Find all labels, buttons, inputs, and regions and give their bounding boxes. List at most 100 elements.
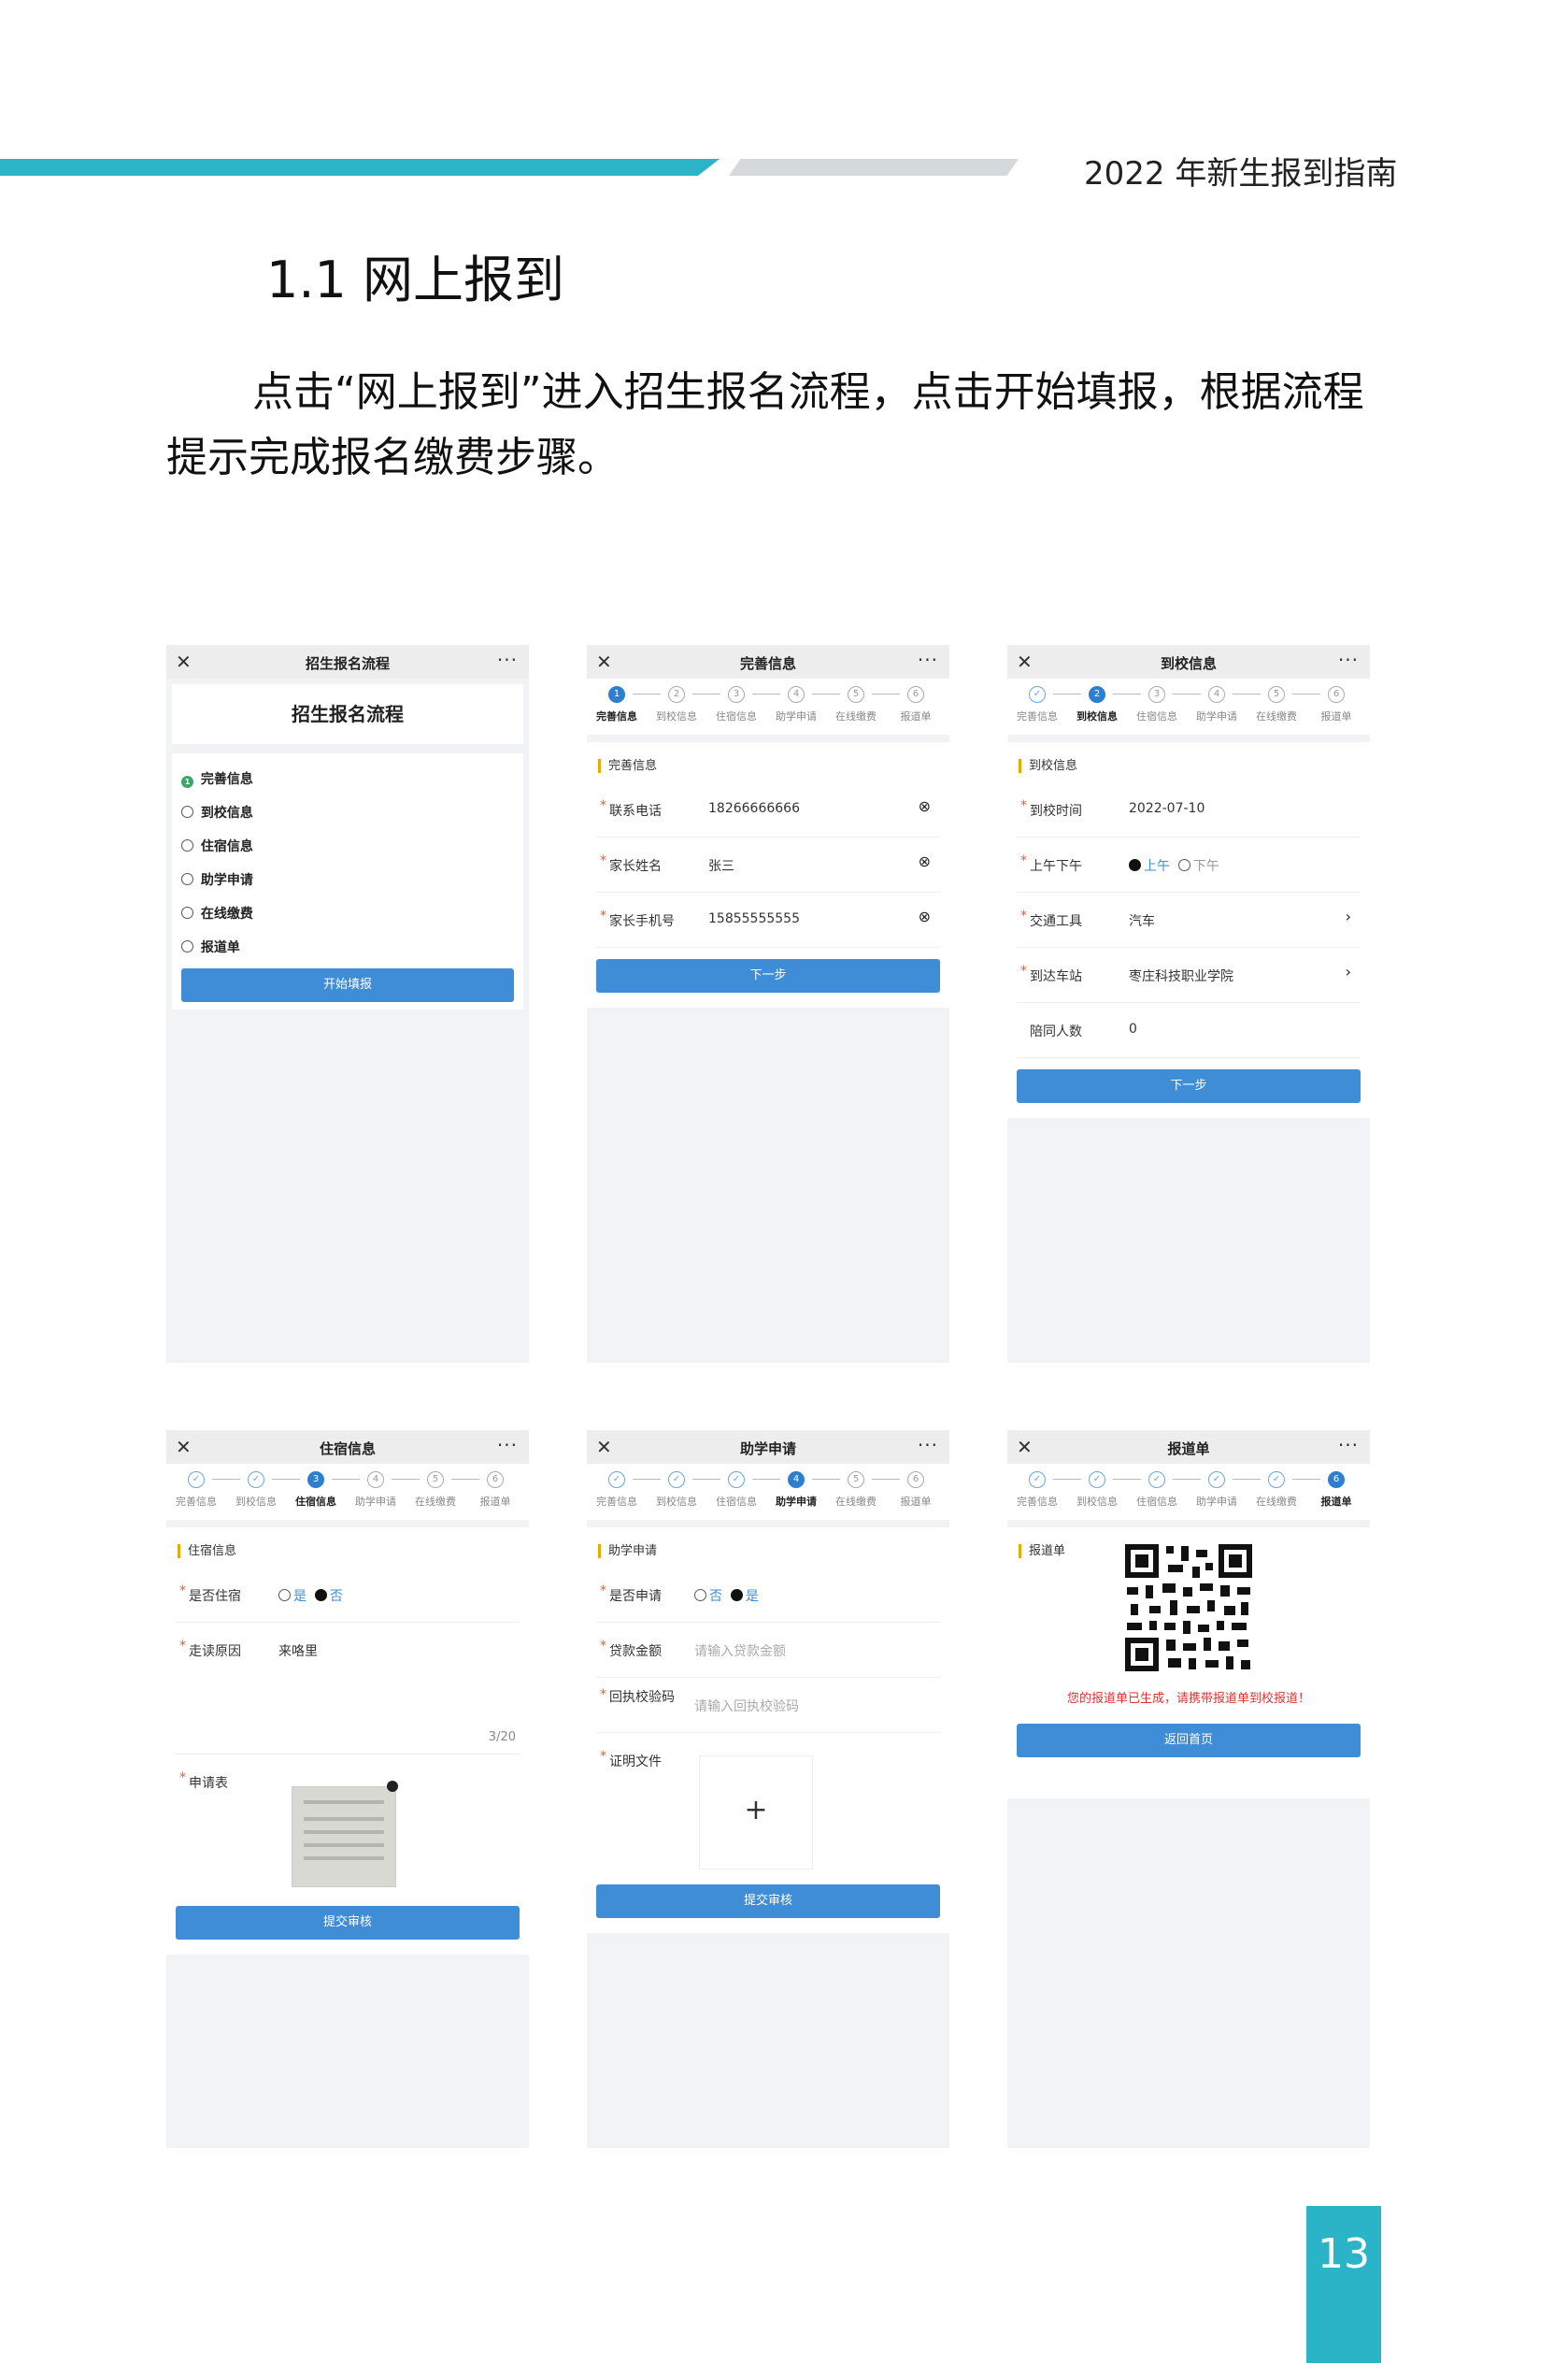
radio-yes[interactable] xyxy=(730,1589,743,1601)
step-indicator: ✓ 完善信息 ✓ 到校信息 3 住宿信息 4 助学申请 5 在线缴费 6 报道单 xyxy=(166,1464,529,1520)
nav-bar: ✕ 助学申请 ··· xyxy=(587,1430,949,1464)
step: 4 助学申请 xyxy=(1187,686,1247,723)
step-circle-icon xyxy=(181,907,193,919)
loan-amount-field[interactable]: 贷款金额请输入贷款金额 xyxy=(596,1623,940,1678)
radio-pm[interactable] xyxy=(1177,859,1190,871)
section-header: 完善信息 xyxy=(587,742,949,782)
submit-button[interactable]: 提交审核 xyxy=(176,1906,520,1940)
step-check-icon: 1 xyxy=(181,776,193,788)
more-icon[interactable]: ··· xyxy=(1338,649,1359,671)
nav-title: 报道单 xyxy=(1167,1440,1210,1457)
more-icon[interactable]: ··· xyxy=(497,649,518,671)
section-header: 到校信息 xyxy=(1007,742,1370,782)
next-button[interactable]: 下一步 xyxy=(596,959,940,993)
start-fill-button[interactable]: 开始填报 xyxy=(181,968,514,1002)
step: ✓ 到校信息 xyxy=(1067,1471,1127,1509)
submit-button[interactable]: 提交审核 xyxy=(596,1884,940,1918)
radio-am[interactable] xyxy=(1129,859,1141,871)
section-title: 1.1 网上报到 xyxy=(266,251,565,309)
next-button[interactable]: 下一步 xyxy=(1017,1069,1361,1103)
station-field[interactable]: 到达车站枣庄科技职业学院› xyxy=(1017,948,1361,1003)
application-form-field[interactable]: 申请表 xyxy=(176,1754,520,1895)
radio-yes[interactable] xyxy=(278,1589,291,1601)
flow-item: 1 完善信息 xyxy=(181,763,514,796)
step: 3 住宿信息 xyxy=(706,686,766,723)
arrival-date-field[interactable]: 到校时间2022-07-10 xyxy=(1017,782,1361,838)
step-indicator: ✓ 完善信息 2 到校信息 3 住宿信息 4 助学申请 5 在线缴费 6 报道单 xyxy=(1007,679,1370,735)
step: ✓ 在线缴费 xyxy=(1247,1471,1306,1509)
remove-icon[interactable] xyxy=(387,1781,398,1792)
stay-field[interactable]: 是否住宿是 否 xyxy=(176,1568,520,1623)
header-gray-bar xyxy=(729,159,1019,176)
step-circle-icon xyxy=(181,940,193,952)
chevron-right-icon: › xyxy=(1345,963,1351,981)
form-thumbnail[interactable] xyxy=(292,1786,396,1887)
reason-field[interactable]: 走读原因来咯里3/20 xyxy=(176,1623,520,1754)
step: 4 助学申请 xyxy=(766,686,826,723)
nav-bar: ✕ 报道单 ··· xyxy=(1007,1430,1370,1464)
more-icon[interactable]: ··· xyxy=(918,1434,938,1456)
form-card: 住宿信息 是否住宿是 否 走读原因来咯里3/20 申请表 提交审核 xyxy=(166,1527,529,1955)
parent-phone-field[interactable]: 家长手机号15855555555⊗ xyxy=(596,893,940,948)
clear-icon[interactable]: ⊗ xyxy=(919,797,931,815)
step-indicator: ✓ 完善信息 ✓ 到校信息 ✓ 住宿信息 ✓ 助学申请 ✓ 在线缴费 6 报道单 xyxy=(1007,1464,1370,1520)
header-accent-bar xyxy=(0,159,720,176)
nav-title: 招生报名流程 xyxy=(305,655,390,672)
flow-item: 到校信息 xyxy=(181,796,514,830)
flow-item: 住宿信息 xyxy=(181,830,514,864)
radio-no[interactable] xyxy=(694,1589,706,1601)
chevron-right-icon: › xyxy=(1345,908,1351,925)
phone-field[interactable]: 联系电话18266666666⊗ xyxy=(596,782,940,838)
guide-title: 2022 年新生报到指南 xyxy=(1084,155,1398,193)
step-indicator: 1 完善信息 2 到校信息 3 住宿信息 4 助学申请 5 在线缴费 6 报道单 xyxy=(587,679,949,735)
step: 4 助学申请 xyxy=(766,1471,826,1509)
step: 6 报道单 xyxy=(886,686,946,723)
clear-icon[interactable]: ⊗ xyxy=(919,852,931,870)
companion-field[interactable]: 陪同人数 0 xyxy=(1017,1003,1361,1058)
section-header: 助学申请 xyxy=(587,1527,949,1568)
phone-registration-slip: ✕ 报道单 ··· ✓ 完善信息 ✓ 到校信息 ✓ 住宿信息 ✓ 助学申请 ✓ 在线缴费 … xyxy=(1007,1430,1370,2148)
section-paragraph: 点击“网上报到”进入招生报名流程，点击开始填报，根据流程提示完成报名缴费步骤。 xyxy=(166,368,1364,481)
step: 6 报道单 xyxy=(465,1471,525,1509)
nav-bar: ✕ 到校信息 ··· xyxy=(1007,645,1370,679)
apply-field[interactable]: 是否申请否 是 xyxy=(596,1568,940,1623)
step-circle-icon xyxy=(181,839,193,852)
step: 6 报道单 xyxy=(1306,686,1366,723)
phone-accommodation-info: ✕ 住宿信息 ··· ✓ 完善信息 ✓ 到校信息 3 住宿信息 4 助学申请 5 在线缴费… xyxy=(166,1430,529,2148)
transport-field[interactable]: 交通工具汽车› xyxy=(1017,893,1361,948)
step: ✓ 完善信息 xyxy=(1007,1471,1067,1509)
step: ✓ 完善信息 xyxy=(1007,686,1067,723)
phone-arrival-info: ✕ 到校信息 ··· ✓ 完善信息 2 到校信息 3 住宿信息 4 助学申请 5 在线缴费… xyxy=(1007,645,1370,1363)
flow-item: 助学申请 xyxy=(181,864,514,897)
form-card: 完善信息 联系电话18266666666⊗ 家长姓名张三⊗ 家长手机号15855… xyxy=(587,742,949,1008)
upload-plus-icon[interactable]: + xyxy=(699,1755,813,1869)
back-home-button[interactable]: 返回首页 xyxy=(1017,1724,1361,1757)
ampm-field[interactable]: 上午下午上午 下午 xyxy=(1017,838,1361,893)
step-circle-icon xyxy=(181,873,193,885)
more-icon[interactable]: ··· xyxy=(497,1434,518,1456)
step: 2 到校信息 xyxy=(647,686,706,723)
step: 4 助学申请 xyxy=(346,1471,406,1509)
flow-heading: 招生报名流程 xyxy=(172,684,523,744)
flow-item: 报道单 xyxy=(181,931,514,965)
flow-item: 在线缴费 xyxy=(181,897,514,931)
section-header: 住宿信息 xyxy=(166,1527,529,1568)
step: 1 完善信息 xyxy=(587,686,647,723)
char-counter: 3/20 xyxy=(488,1730,516,1744)
page-number: 13 xyxy=(1318,2230,1370,2278)
radio-no[interactable] xyxy=(314,1589,327,1601)
more-icon[interactable]: ··· xyxy=(918,649,938,671)
clear-icon[interactable]: ⊗ xyxy=(919,908,931,925)
step: 3 住宿信息 xyxy=(1127,686,1187,723)
phone-complete-info: ✕ 完善信息 ··· 1 完善信息 2 到校信息 3 住宿信息 4 助学申请 5 在线缴费… xyxy=(587,645,949,1363)
phone-financial-aid: ✕ 助学申请 ··· ✓ 完善信息 ✓ 到校信息 ✓ 住宿信息 4 助学申请 5 在线缴费… xyxy=(587,1430,949,2148)
form-card: 助学申请 是否申请否 是 贷款金额请输入贷款金额 回执校验码请输入回执校验码 证… xyxy=(587,1527,949,1933)
nav-title: 到校信息 xyxy=(1160,655,1217,672)
receipt-code-field[interactable]: 回执校验码请输入回执校验码 xyxy=(596,1678,940,1733)
parent-name-field[interactable]: 家长姓名张三⊗ xyxy=(596,838,940,893)
step-indicator: ✓ 完善信息 ✓ 到校信息 ✓ 住宿信息 4 助学申请 5 在线缴费 6 报道单 xyxy=(587,1464,949,1520)
step: ✓ 到校信息 xyxy=(226,1471,286,1509)
more-icon[interactable]: ··· xyxy=(1338,1434,1359,1456)
step: ✓ 完善信息 xyxy=(166,1471,226,1509)
step: ✓ 助学申请 xyxy=(1187,1471,1247,1509)
